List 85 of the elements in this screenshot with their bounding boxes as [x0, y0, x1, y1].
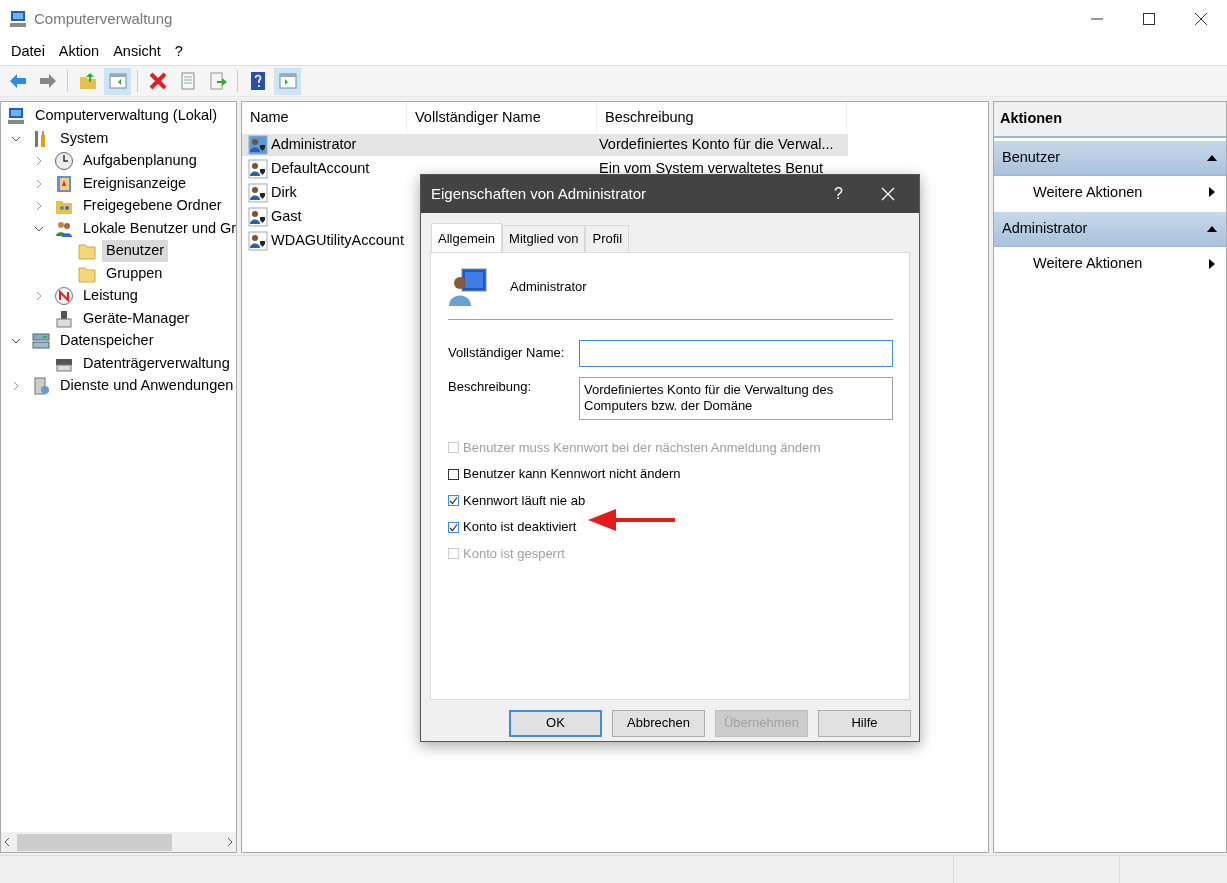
menu-item[interactable]: Aktion	[51, 40, 107, 63]
clock-icon	[54, 151, 74, 172]
user-icon	[248, 231, 268, 251]
tree-item[interactable]: Dienste und Anwendungen	[56, 375, 236, 398]
folder-icon	[77, 241, 97, 262]
collapse-triangle-icon[interactable]	[1206, 153, 1218, 162]
pane-icon	[277, 71, 298, 91]
section-title: Administrator	[1002, 219, 1088, 239]
forward-arrow-icon	[37, 71, 58, 91]
dialog-button[interactable]: OK	[509, 709, 602, 737]
section-title: Benutzer	[1002, 147, 1061, 167]
services-icon	[31, 376, 51, 397]
account-name: Administrator	[510, 277, 587, 296]
checkbox[interactable]	[448, 468, 459, 480]
expand-chevron-icon[interactable]	[34, 178, 44, 189]
tree-item[interactable]: Freigegebene Ordner	[79, 195, 226, 218]
description-field[interactable]: Vordefiniertes Konto für die Verwaltung des Computers bzw. der Domäne	[579, 376, 893, 421]
tab[interactable]: Allgemein	[431, 223, 503, 252]
action-section-header[interactable]: Administrator	[994, 212, 1226, 247]
action-item[interactable]: Weitere Aktionen	[994, 175, 1226, 210]
user-icon	[248, 135, 268, 155]
collapse-triangle-icon[interactable]	[1206, 225, 1218, 234]
scrollbar-thumb[interactable]	[17, 833, 172, 851]
expand-chevron-icon[interactable]	[34, 156, 44, 167]
user-name[interactable]: Administrator	[268, 134, 597, 156]
expand-chevron-icon[interactable]	[11, 381, 21, 392]
expand-chevron-icon[interactable]	[34, 291, 44, 302]
column-header[interactable]: Vollständiger Name	[407, 102, 597, 133]
tree-item[interactable]: Datenspeicher	[56, 330, 158, 353]
tab[interactable]: Profil	[585, 225, 630, 252]
menu-item[interactable]: ?	[167, 40, 190, 63]
submenu-triangle-icon	[1208, 186, 1216, 199]
dialog-button[interactable]: Abbrechen	[612, 709, 705, 737]
window-title: Computerverwaltung	[34, 8, 173, 29]
gauge-icon	[54, 286, 74, 307]
column-header[interactable]: Name	[242, 102, 407, 133]
tree-item[interactable]: Datenträgerverwaltung	[79, 352, 234, 375]
delete-icon	[147, 71, 168, 91]
menu-item[interactable]: Datei	[4, 40, 52, 63]
tree-item[interactable]: Gruppen	[102, 262, 167, 285]
tree-item[interactable]: Geräte-Manager	[79, 307, 194, 330]
tree-item[interactable]: Leistung	[79, 285, 142, 308]
checkbox-label[interactable]: Konto ist deaktiviert	[463, 517, 577, 537]
maximize-icon[interactable]	[1143, 13, 1155, 25]
computer-icon	[6, 106, 26, 127]
close-icon[interactable]	[1195, 13, 1207, 25]
submenu-triangle-icon	[1208, 257, 1216, 270]
user-description: Vordefiniertes Konto für die Verwal...	[598, 135, 834, 155]
event-log-icon	[54, 173, 74, 194]
user-icon	[248, 183, 268, 203]
action-section-header[interactable]: Benutzer	[994, 140, 1226, 176]
help-button[interactable]: ?	[834, 182, 843, 206]
user-account-icon	[448, 266, 488, 307]
actions-header: Aktionen	[994, 102, 1226, 138]
checkbox[interactable]	[448, 521, 459, 533]
menu-item[interactable]: Ansicht	[106, 40, 168, 63]
storage-icon	[31, 331, 51, 352]
export-icon	[207, 71, 228, 91]
user-icon	[248, 159, 268, 179]
tree-item[interactable]: Lokale Benutzer und Gr	[79, 217, 236, 240]
tab[interactable]: Mitglied von	[502, 225, 586, 252]
action-item[interactable]: Weitere Aktionen	[994, 247, 1226, 281]
tree-item[interactable]: Benutzer	[102, 240, 169, 263]
tree-item[interactable]: Computerverwaltung (Lokal)	[31, 105, 222, 128]
expand-chevron-icon[interactable]	[34, 201, 44, 212]
folder-up-icon	[77, 71, 98, 91]
checkbox-label[interactable]: Benutzer kann Kennwort nicht ändern	[463, 464, 681, 484]
checkbox-label[interactable]: Kennwort läuft nie ab	[463, 490, 586, 511]
computer-icon	[8, 9, 28, 29]
action-label: Weitere Aktionen	[1033, 182, 1143, 202]
tree-item[interactable]: Ereignisanzeige	[79, 172, 191, 195]
device-icon	[54, 308, 74, 329]
pane-icon	[107, 71, 128, 91]
tree-item[interactable]: Aufgabenplanung	[79, 150, 201, 173]
tree-item[interactable]: System	[56, 127, 113, 150]
action-label: Weitere Aktionen	[1033, 254, 1143, 273]
dialog-title: Eigenschaften von Administrator	[431, 183, 647, 204]
user-icon	[248, 207, 268, 227]
checkbox[interactable]	[448, 495, 459, 507]
field-label: Vollständiger Name:	[448, 344, 566, 363]
full-name-field[interactable]	[579, 339, 893, 367]
column-header[interactable]: Beschreibung	[597, 102, 847, 133]
user-description: Ein vom System verwaltetes Benut	[598, 159, 824, 179]
field-label: Beschreibung:	[448, 377, 533, 396]
dialog-button[interactable]: Hilfe	[818, 709, 911, 737]
